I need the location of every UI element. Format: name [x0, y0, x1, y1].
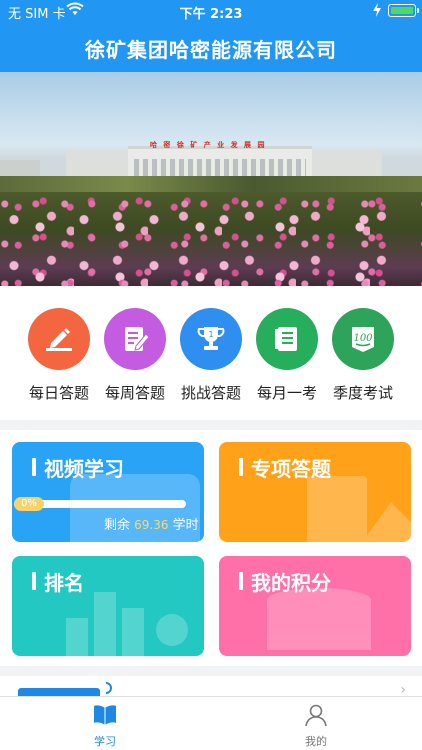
quick-label: 每日答题 [28, 384, 89, 402]
trophy-icon: 1 [180, 308, 242, 370]
notepad-pen-icon [104, 308, 166, 370]
quick-menu: 每日答题 每周答题 1 挑战答题 每月一考 100 季度考试 [0, 286, 422, 420]
score-100-icon: 100 [332, 308, 394, 370]
study-progress-label: 0% [14, 497, 44, 511]
tab-study[interactable]: 学习 [65, 703, 145, 749]
quick-item-monthly[interactable]: 每月一考 [245, 308, 329, 403]
status-bar: 无 SIM 卡 下午 2:23 [0, 0, 422, 22]
book-icon [94, 705, 116, 725]
svg-text:100: 100 [353, 333, 373, 344]
tab-label: 我的 [305, 735, 327, 748]
top-bar: 无 SIM 卡 下午 2:23 徐矿集团哈密能源有限公司 [0, 0, 422, 72]
tab-mine[interactable]: 我的 [276, 703, 356, 749]
banner-sign: 哈 密 徐 矿 产 业 发 展 园 [150, 141, 267, 149]
svg-text:1: 1 [208, 330, 213, 339]
quick-label: 季度考试 [332, 384, 393, 402]
chevron-right-icon: › [400, 682, 406, 696]
banner-flowers [0, 192, 422, 286]
page-title: 徐矿集团哈密能源有限公司 [85, 38, 337, 62]
user-icon [305, 704, 327, 727]
card-title: 视频学习 [44, 457, 124, 481]
remaining-hours: 剩余 69.36 学时 [104, 518, 199, 533]
card-title: 排名 [44, 571, 84, 595]
signal-icon [97, 679, 115, 696]
ranking-card[interactable]: 排名 [12, 556, 204, 656]
battery-icon [388, 4, 419, 17]
document-icon [307, 476, 411, 542]
my-points-card[interactable]: 我的积分 [219, 556, 411, 656]
quick-item-challenge[interactable]: 1 挑战答题 [169, 308, 253, 403]
tab-label: 学习 [94, 735, 116, 748]
quick-label: 挑战答题 [180, 384, 241, 402]
quick-item-quarterly[interactable]: 100 季度考试 [321, 308, 405, 403]
checklist-book-icon [256, 308, 318, 370]
tab-bar: 学习 我的 [0, 696, 422, 750]
card-title: 专项答题 [251, 457, 331, 481]
next-section-peek[interactable]: › [0, 676, 422, 696]
feature-cards: 视频学习 0% 剩余 69.36 学时 专项答题 排名 我的积分 [0, 430, 422, 666]
card-title: 我的积分 [251, 571, 331, 595]
quick-item-daily[interactable]: 每日答题 [17, 308, 101, 403]
quick-label: 每周答题 [104, 384, 165, 402]
quick-label: 每月一考 [256, 384, 317, 402]
charging-icon [373, 3, 381, 17]
video-study-card[interactable]: 视频学习 0% 剩余 69.36 学时 [12, 442, 204, 542]
special-quiz-card[interactable]: 专项答题 [219, 442, 411, 542]
section-header-chip [18, 688, 100, 696]
clock: 下午 2:23 [179, 7, 243, 22]
pencil-edit-icon [28, 308, 90, 370]
banner-carousel[interactable]: 哈 密 徐 矿 产 业 发 展 园 [0, 72, 422, 286]
quick-item-weekly[interactable]: 每周答题 [93, 308, 177, 403]
coin-stack-icon [267, 588, 371, 650]
